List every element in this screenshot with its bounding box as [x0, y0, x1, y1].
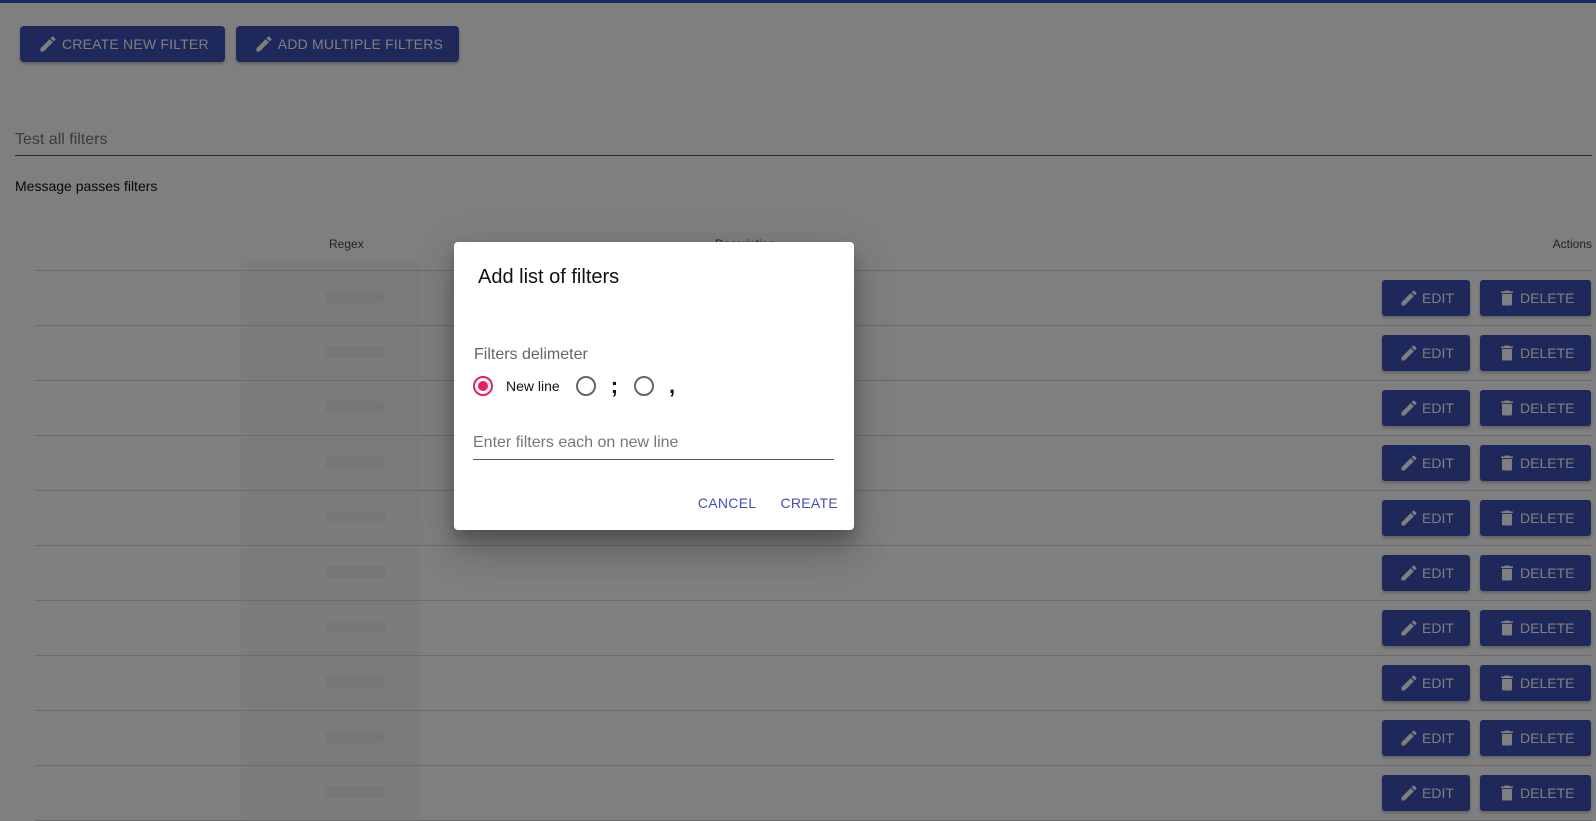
dialog-title: Add list of filters [478, 266, 620, 288]
filters-input-field [473, 430, 834, 460]
radio-comma[interactable]: , [634, 373, 676, 398]
radio-comma-label: , [669, 373, 676, 398]
filters-input[interactable] [473, 430, 834, 456]
radio-newline-label: New line [506, 378, 560, 394]
radio-comma-circle[interactable] [634, 376, 655, 396]
delimiter-legend: Filters delimeter [474, 346, 588, 363]
create-button[interactable]: CREATE [780, 495, 838, 511]
cancel-button[interactable]: CANCEL [698, 495, 757, 511]
dialog-actions: CANCEL CREATE [698, 495, 838, 511]
add-filters-dialog: Add list of filters Filters delimeter Ne… [454, 242, 854, 530]
radio-semicolon[interactable]: ; [575, 373, 619, 398]
radio-semicolon-label: ; [610, 373, 619, 398]
radio-newline-circle[interactable] [473, 376, 493, 396]
delimiter-radio-group: New line ; , [473, 374, 675, 398]
radio-newline[interactable]: New line [473, 376, 560, 396]
radio-semicolon-circle[interactable] [575, 376, 596, 396]
